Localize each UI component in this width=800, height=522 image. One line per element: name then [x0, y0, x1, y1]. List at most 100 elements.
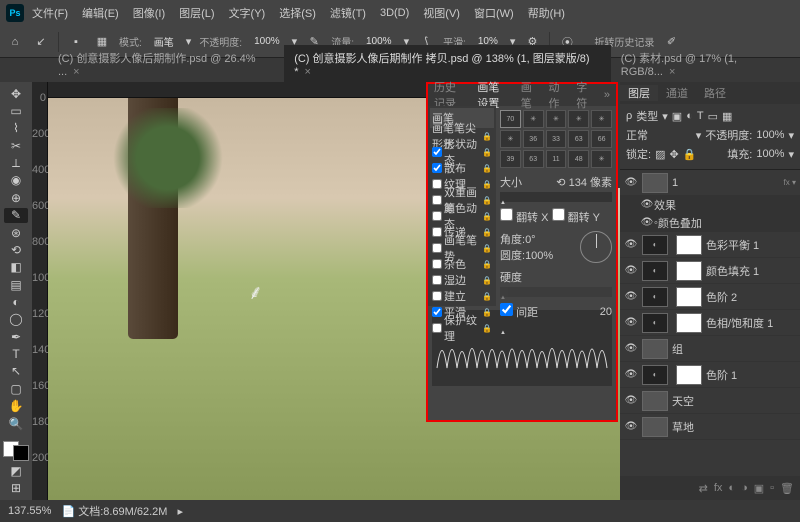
layer-mask-thumbnail[interactable]	[676, 365, 702, 385]
brush-option-row[interactable]: 建立🔒	[430, 288, 494, 304]
menu-view[interactable]: 视图(V)	[417, 5, 466, 21]
brush-option-row[interactable]: 杂色🔒	[430, 256, 494, 272]
layer-thumbnail[interactable]: ◐	[642, 235, 668, 255]
tab-channels[interactable]: 通道	[658, 85, 696, 101]
brush-option-row[interactable]: 画笔笔势🔒	[430, 240, 494, 256]
brush-tip-thumb[interactable]: ✳	[591, 150, 612, 168]
layer-fx-icon[interactable]: fx	[714, 482, 723, 494]
brush-tip-thumb[interactable]: 63	[568, 130, 589, 148]
menu-filter[interactable]: 滤镜(T)	[324, 5, 372, 21]
layer-name[interactable]: 色相/饱和度 1	[706, 315, 796, 331]
layer-name[interactable]: 草地	[672, 419, 796, 435]
brush-size-slider[interactable]	[500, 192, 612, 202]
layer-mask-icon[interactable]: ◐	[728, 482, 735, 494]
layer-name[interactable]: 效果	[654, 197, 796, 213]
blend-mode-select[interactable]: 正常	[626, 127, 692, 143]
lock-all-icon[interactable]: 🔒	[683, 148, 697, 161]
filter-adjust-icon[interactable]: ◐	[686, 110, 693, 122]
type-tool[interactable]: T	[4, 346, 28, 361]
brush-option-row[interactable]: 颜色动态🔒	[430, 208, 494, 224]
layer-opacity-value[interactable]: 100%	[756, 129, 784, 141]
move-tool[interactable]: ✥	[4, 86, 28, 101]
layer-thumbnail[interactable]	[642, 173, 668, 193]
layer-thumbnail[interactable]	[642, 391, 668, 411]
layer-row[interactable]: 👁 ◐ 色阶 2	[620, 284, 800, 310]
brush-tip-thumb[interactable]: ✳	[523, 110, 544, 128]
filter-type-icon[interactable]: T	[697, 110, 704, 122]
layer-mask-thumbnail[interactable]	[676, 261, 702, 281]
brush-tip-thumb[interactable]: ✳	[568, 110, 589, 128]
visibility-icon[interactable]: 👁	[624, 343, 638, 354]
layer-row[interactable]: 👁 ◐ 色彩平衡 1	[620, 232, 800, 258]
menu-type[interactable]: 文字(Y)	[223, 5, 272, 21]
visibility-icon[interactable]: 👁	[624, 317, 638, 328]
adjustment-layer-icon[interactable]: ◑	[741, 482, 748, 494]
brush-tip-thumb[interactable]: 63	[523, 150, 544, 168]
group-icon[interactable]: ▣	[754, 482, 764, 495]
tab-layers[interactable]: 图层	[620, 85, 658, 101]
chevron-right-icon[interactable]: ▸	[177, 505, 183, 518]
angle-value[interactable]: 0°	[525, 234, 536, 246]
close-icon[interactable]: ×	[669, 66, 675, 78]
visibility-icon[interactable]: 👁	[640, 199, 654, 210]
layer-row[interactable]: 👁草地	[620, 414, 800, 440]
layer-name[interactable]: 颜色叠加	[658, 215, 796, 231]
visibility-icon[interactable]: 👁	[624, 395, 638, 406]
gradient-tool[interactable]: ▤	[4, 277, 28, 292]
brush-size-value[interactable]: 134 像素	[569, 177, 612, 189]
layer-name[interactable]: 色阶 1	[706, 367, 796, 383]
brush-option-row[interactable]: 湿边🔒	[430, 272, 494, 288]
pen-tool[interactable]: ✒	[4, 329, 28, 344]
dropdown-icon[interactable]: ▾	[696, 129, 702, 142]
layer-thumbnail[interactable]: ◐	[642, 313, 668, 333]
hardness-slider[interactable]	[500, 287, 612, 297]
dropdown-icon[interactable]: ▾	[788, 129, 794, 142]
crop-tool[interactable]: ⟂	[4, 155, 28, 170]
doc-tab[interactable]: (C) 创意摄影人像后期制作.psd @ 26.4% ...×	[48, 45, 284, 82]
visibility-icon[interactable]: 👁	[624, 239, 638, 250]
eyedropper-tool[interactable]: ◉	[4, 173, 28, 188]
layer-thumbnail[interactable]: ◐	[642, 261, 668, 281]
layer-name[interactable]: 组	[672, 341, 796, 357]
quick-select-tool[interactable]: ✂	[4, 138, 28, 153]
brush-tip-thumb[interactable]: 33	[546, 130, 567, 148]
flip-x-checkbox[interactable]: 翻转 X	[500, 212, 548, 224]
angle-dial[interactable]	[580, 231, 612, 263]
panel-menu-icon[interactable]: »	[598, 89, 616, 101]
layer-name[interactable]: 颜色填充 1	[706, 263, 796, 279]
close-icon[interactable]: ×	[304, 66, 310, 78]
zoom-tool[interactable]: 🔍	[4, 416, 28, 431]
layer-thumbnail[interactable]: ◐	[642, 365, 668, 385]
layer-thumbnail[interactable]: ◐	[642, 287, 668, 307]
visibility-icon[interactable]: 👁	[624, 291, 638, 302]
layer-row[interactable]: 👁 ◐ 色相/饱和度 1	[620, 310, 800, 336]
brush-tip-thumb[interactable]: 70	[500, 110, 521, 128]
brush-tip-thumb[interactable]: ✳	[546, 110, 567, 128]
brush-tip-thumb[interactable]: 66	[591, 130, 612, 148]
fx-badge[interactable]: fx ▾	[784, 178, 796, 187]
menu-window[interactable]: 窗口(W)	[468, 5, 520, 21]
dropdown-icon[interactable]: ▾	[662, 110, 668, 123]
blur-tool[interactable]: ◐	[4, 294, 28, 309]
spacing-slider[interactable]	[500, 322, 612, 332]
layer-row[interactable]: 👁天空	[620, 388, 800, 414]
brush-option-row[interactable]: 散布🔒	[430, 160, 494, 176]
brush-tip-thumb[interactable]: ✳	[500, 130, 521, 148]
layer-thumbnail[interactable]	[642, 417, 668, 437]
brush-settings-panel[interactable]: 历史记录 画笔设置 画笔 动作 字符 » 画笔 画笔笔尖形状🔒形状动态🔒散布🔒纹…	[426, 82, 618, 422]
marquee-tool[interactable]: ▭	[4, 103, 28, 118]
color-swatch[interactable]	[3, 441, 29, 461]
layer-name[interactable]: 色阶 2	[706, 289, 796, 305]
layer-name[interactable]: 色彩平衡 1	[706, 237, 796, 253]
filter-shape-icon[interactable]: ▭	[708, 110, 718, 123]
quick-mask-icon[interactable]: ◩	[4, 463, 28, 478]
healing-tool[interactable]: ⊕	[4, 190, 28, 205]
layer-row[interactable]: 👁1fx ▾	[620, 170, 800, 196]
eraser-tool[interactable]: ◧	[4, 260, 28, 275]
spacing-value[interactable]: 20	[600, 306, 612, 318]
menu-file[interactable]: 文件(F)	[26, 5, 74, 21]
layer-row[interactable]: 👁◐颜色填充 1	[620, 258, 800, 284]
brush-tip-thumb[interactable]: 48	[568, 150, 589, 168]
menu-3d[interactable]: 3D(D)	[374, 7, 415, 19]
doc-tab[interactable]: (C) 创意摄影人像后期制作 拷贝.psd @ 138% (1, 图层蒙版/8)…	[284, 45, 611, 82]
